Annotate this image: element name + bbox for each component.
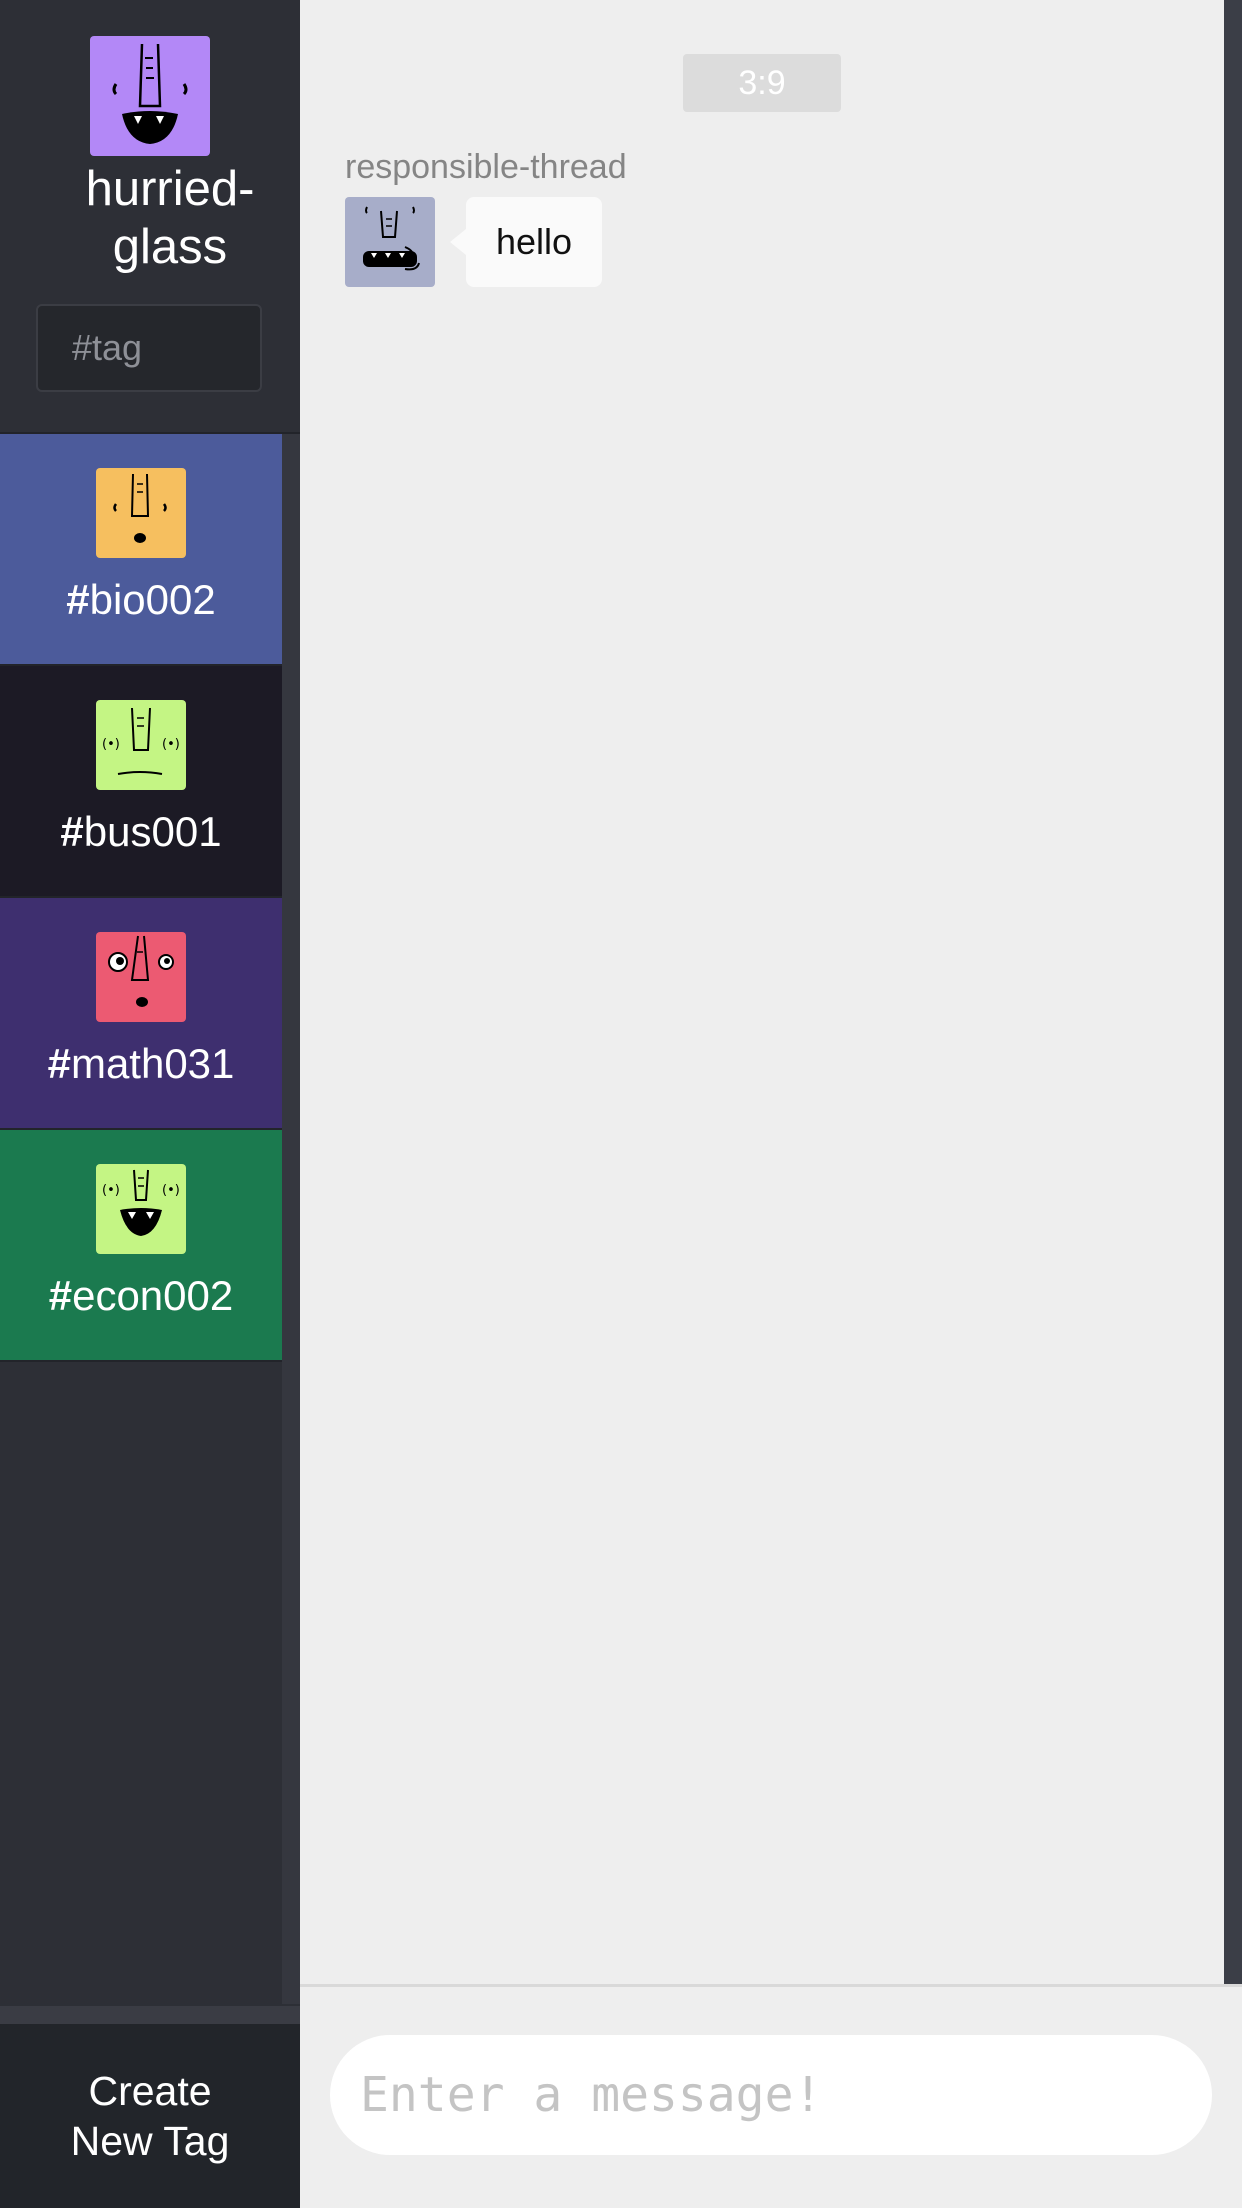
svg-text:(•): (•)	[102, 737, 120, 752]
create-new-tag-button[interactable]: Create New Tag	[0, 2024, 300, 2208]
tag-label: #bus001	[0, 806, 282, 858]
tag-item-econ002[interactable]: (•) (•) #econ002	[0, 1130, 282, 1362]
hash-symbol: #	[60, 808, 84, 855]
tag-avatar: (•) (•)	[96, 1164, 186, 1254]
message-composer	[300, 1984, 1242, 2208]
message-sender: responsible-thread	[345, 148, 627, 186]
tag-list: #bio002 (•) (•) #bus001 #math031 (•) (•)…	[0, 434, 282, 1362]
svg-text:(•): (•)	[102, 1183, 120, 1198]
sidebar-divider	[0, 2006, 300, 2024]
monster-face-icon	[113, 473, 167, 543]
svg-text:(•): (•)	[162, 737, 180, 752]
monster-face-icon	[363, 206, 420, 271]
monster-face-icon	[112, 43, 188, 144]
tag-search-input[interactable]	[36, 304, 262, 392]
monster-face-icon: (•) (•)	[102, 1169, 180, 1236]
monster-face-icon: (•) (•)	[102, 707, 180, 775]
tag-name: bio002	[89, 576, 216, 623]
chat-panel: 3:9 responsible-thread hello	[300, 0, 1224, 1984]
sidebar-scrollbar[interactable]	[282, 434, 300, 2004]
message-bubble: hello	[449, 197, 603, 287]
user-avatar[interactable]	[90, 36, 210, 156]
tag-avatar	[96, 932, 186, 1022]
sender-avatar[interactable]	[345, 197, 435, 287]
hash-symbol: #	[48, 1272, 73, 1319]
chat-scrollbar[interactable]	[1224, 0, 1242, 1984]
monster-face-icon	[108, 935, 174, 1007]
hash-symbol: #	[66, 576, 90, 623]
tag-name: econ002	[72, 1272, 234, 1319]
svg-text:(•): (•)	[162, 1183, 180, 1198]
tag-name: math031	[70, 1040, 235, 1087]
message-input[interactable]	[330, 2035, 1212, 2155]
tag-item-math031[interactable]: #math031	[0, 898, 282, 1130]
tag-name: bus001	[83, 808, 222, 855]
tag-label: #econ002	[0, 1270, 282, 1322]
username: hurried-glass	[85, 162, 255, 274]
tag-item-bus001[interactable]: (•) (•) #bus001	[0, 666, 282, 898]
tag-label: #math031	[0, 1038, 282, 1090]
sidebar: hurried-glass #bio002	[0, 0, 300, 2208]
hash-symbol: #	[47, 1040, 71, 1087]
profile-panel: hurried-glass	[0, 0, 300, 435]
message-timestamp: 3:9	[683, 54, 841, 112]
tag-item-bio002[interactable]: #bio002	[0, 434, 282, 666]
create-new-tag-label: Create New Tag	[70, 2068, 230, 2164]
tag-label: #bio002	[0, 574, 282, 626]
tag-avatar: (•) (•)	[96, 700, 186, 790]
tag-avatar	[96, 468, 186, 558]
